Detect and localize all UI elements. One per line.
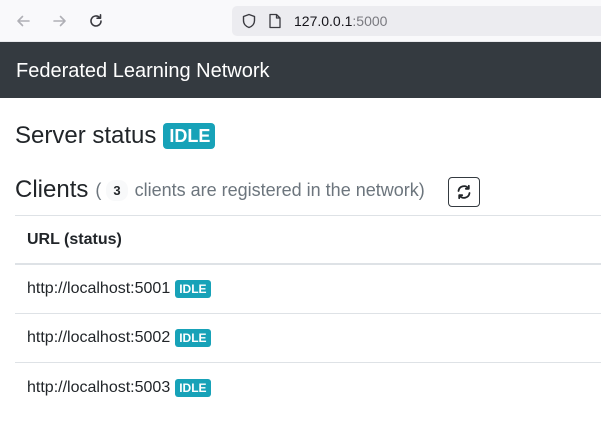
reload-button[interactable] (83, 8, 109, 34)
url-port: :5000 (352, 13, 388, 29)
client-url: http://localhost:5003 (27, 378, 171, 396)
reload-icon (90, 14, 102, 27)
url-text[interactable]: 127.0.0.1:5000 (294, 12, 387, 30)
clients-subtitle-text: clients are registered in the network) (134, 180, 425, 200)
server-status-label: Server status (15, 122, 157, 149)
column-header-url: URL (status) (27, 230, 122, 248)
browser-toolbar: 127.0.0.1:5000 (0, 0, 601, 42)
client-status-badge: IDLE (175, 280, 211, 298)
refresh-button[interactable] (448, 177, 480, 207)
back-arrow-icon (17, 15, 30, 27)
url-host: 127.0.0.1 (294, 13, 353, 29)
back-button[interactable] (10, 8, 36, 34)
forward-arrow-icon (53, 15, 66, 27)
clients-table: URL (status) http://localhost:5001 IDLE … (15, 215, 601, 412)
client-count-badge: 3 (106, 179, 128, 201)
table-header-row: URL (status) (15, 215, 601, 265)
address-bar[interactable]: 127.0.0.1:5000 (232, 6, 601, 36)
table-row: http://localhost:5001 IDLE (15, 265, 601, 314)
navbar-brand[interactable]: Federated Learning Network (16, 59, 269, 83)
table-row: http://localhost:5002 IDLE (15, 314, 601, 363)
client-url: http://localhost:5001 (27, 280, 171, 297)
server-status-badge: IDLE (163, 123, 216, 149)
shield-icon[interactable] (241, 13, 257, 29)
client-status-badge: IDLE (175, 329, 211, 347)
clients-label: Clients (15, 176, 89, 203)
clients-open-paren: ( (95, 180, 102, 200)
refresh-icon (457, 184, 471, 200)
table-row: http://localhost:5003 IDLE (15, 363, 601, 412)
page-icon (269, 13, 281, 29)
client-url: http://localhost:5002 (27, 329, 171, 346)
navbar: Federated Learning Network (0, 42, 601, 98)
clients-subtitle: ( 3 clients are registered in the networ… (95, 176, 425, 204)
client-status-badge: IDLE (175, 378, 211, 397)
forward-button[interactable] (47, 8, 73, 34)
server-status-heading: Server status IDLE (15, 122, 216, 150)
clients-heading: Clients ( 3 clients are registered in th… (15, 176, 425, 204)
